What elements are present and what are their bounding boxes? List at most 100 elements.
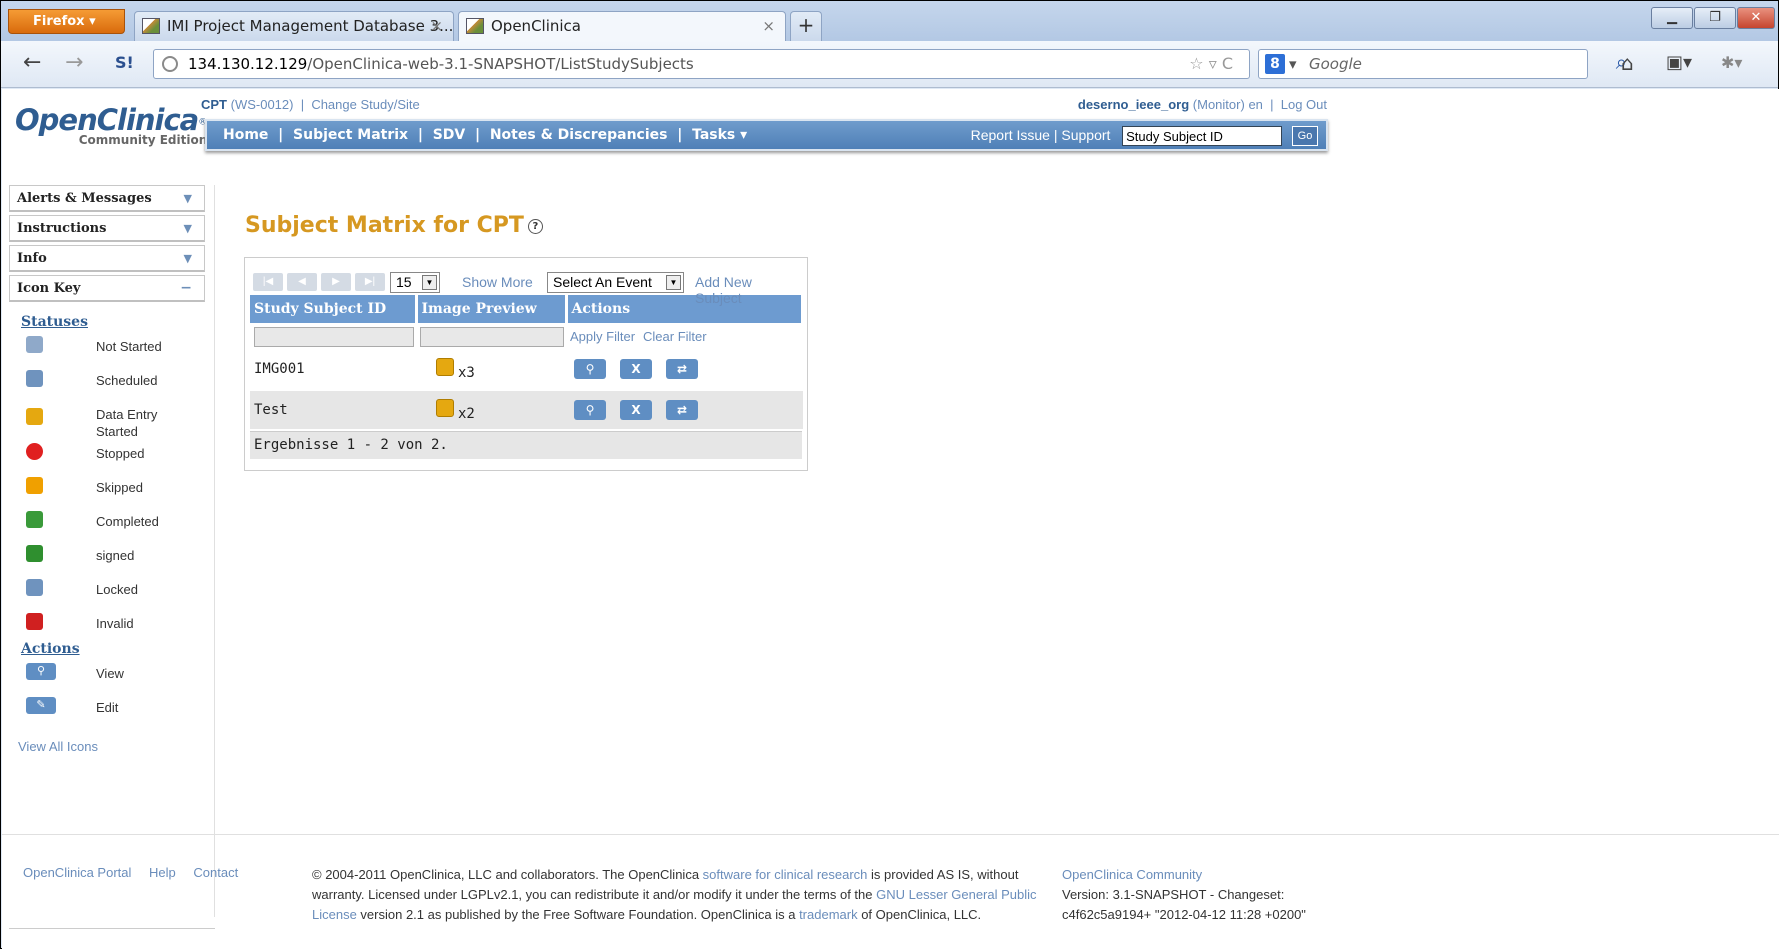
reassign-subject-button[interactable]: ⇄ (666, 359, 698, 379)
home-icon[interactable]: ⌂ (1621, 51, 1634, 75)
back-icon[interactable]: ← (23, 51, 41, 75)
tasks-dropdown-icon[interactable]: ▾ (740, 127, 747, 143)
tab-openclinica[interactable]: OpenClinica × (458, 11, 786, 41)
clear-filter-link[interactable]: Clear Filter (643, 329, 707, 344)
nav-home[interactable]: Home (223, 127, 268, 143)
remove-subject-button[interactable]: X (620, 359, 652, 379)
event-select[interactable]: Select An Event ▼ (547, 272, 684, 293)
view-all-icons-link[interactable]: View All Icons (18, 739, 214, 754)
panel-label: Alerts & Messages (17, 191, 152, 206)
collapse-icon[interactable]: − (180, 276, 192, 301)
footer: OpenClinica Portal Help Contact © 2004-2… (2, 834, 1779, 949)
trademark-link[interactable]: trademark (799, 907, 858, 922)
pencil-page-icon (26, 408, 43, 425)
status-label: Scheduled (96, 373, 158, 388)
remove-subject-button[interactable]: X (620, 400, 652, 420)
footer-links: OpenClinica Portal Help Contact (23, 865, 252, 880)
view-subject-button[interactable]: ⚲ (574, 400, 606, 420)
data-entry-started-icon[interactable] (436, 398, 454, 417)
panel-label: Instructions (17, 221, 107, 236)
main-navigation: Home | Subject Matrix | SDV | Notes & Di… (205, 119, 1328, 151)
nav-tasks[interactable]: Tasks (692, 127, 735, 143)
bookmark-star-icon[interactable]: ☆ ▿ C (1189, 50, 1233, 78)
report-issue-link[interactable]: Report Issue (971, 127, 1050, 143)
search-box[interactable]: 8 ▾ Google ⌕ (1258, 49, 1627, 79)
username-link[interactable]: deserno_ieee_org (1078, 97, 1189, 112)
addon-icon[interactable]: S! (115, 51, 134, 75)
column-header-image-preview[interactable]: Image Preview (416, 295, 568, 323)
openclinica-logo[interactable]: OpenClinica® Community Edition (15, 103, 207, 147)
nav-sdv[interactable]: SDV (433, 127, 466, 143)
apply-filter-link[interactable]: Apply Filter (570, 329, 635, 344)
pencil-icon: ✎ (26, 697, 56, 714)
search-placeholder: Google (1309, 55, 1362, 73)
status-item: Stopped (9, 437, 214, 471)
image-preview-filter[interactable] (420, 327, 564, 347)
action-item: ⚲ View (9, 657, 214, 691)
footer-link-help[interactable]: Help (149, 865, 176, 880)
tab-close-icon[interactable]: × (430, 12, 443, 40)
sidebar-panel-instructions[interactable]: Instructions ▼ (9, 215, 205, 242)
close-window-button[interactable]: ✕ (1737, 7, 1775, 29)
prev-page-icon[interactable]: ◀ (287, 273, 317, 291)
nav-subject-matrix[interactable]: Subject Matrix (293, 127, 408, 143)
study-code: (WS-0012) (230, 97, 294, 112)
study-subject-search-input[interactable] (1122, 126, 1283, 147)
data-entry-started-icon[interactable] (436, 357, 454, 376)
url-bar[interactable]: 134.130.12.129/OpenClinica-web-3.1-SNAPS… (153, 49, 1250, 79)
page-size-select[interactable]: 15 ▼ (390, 272, 440, 293)
community-link[interactable]: OpenClinica Community (1062, 865, 1322, 885)
tab-favicon-icon (466, 18, 484, 34)
help-icon[interactable]: ? (527, 218, 543, 234)
reassign-subject-button[interactable]: ⇄ (666, 400, 698, 420)
forward-icon[interactable]: → (65, 51, 83, 75)
view-subject-button[interactable]: ⚲ (574, 359, 606, 379)
status-label: Invalid (96, 616, 134, 631)
tab-label: OpenClinica (491, 17, 581, 35)
sidebar-panel-info[interactable]: Info ▼ (9, 245, 205, 272)
page-content: OpenClinica® Community Edition CPT (WS-0… (2, 89, 1779, 949)
search-engine-dropdown-icon[interactable]: ▾ (1289, 50, 1297, 78)
add-new-subject-link[interactable]: Add New Subject (695, 274, 802, 306)
change-study-link[interactable]: Change Study/Site (311, 97, 419, 112)
sidebar-panel-alerts[interactable]: Alerts & Messages ▼ (9, 185, 205, 212)
tab-close-icon[interactable]: × (762, 12, 775, 40)
first-page-icon[interactable]: |◀ (253, 273, 283, 291)
expand-arrow-icon[interactable]: ▼ (184, 216, 192, 241)
expand-arrow-icon[interactable]: ▼ (184, 246, 192, 271)
url-host: 134.130.12.129 (188, 55, 308, 73)
go-button[interactable]: Go (1292, 126, 1318, 147)
subject-id-cell: IMG001 (254, 361, 305, 377)
language-link[interactable]: en (1248, 97, 1262, 112)
next-page-icon[interactable]: ▶ (321, 273, 351, 291)
restore-button[interactable]: ❐ (1694, 7, 1736, 29)
firefox-menu-button[interactable]: Firefox ▾ (8, 9, 125, 34)
sidebar-panel-icon-key[interactable]: Icon Key − (9, 275, 205, 302)
footer-link-contact[interactable]: Contact (193, 865, 238, 880)
version-text: Version: 3.1-SNAPSHOT - Changeset: c4f62… (1062, 887, 1306, 922)
study-info: CPT (WS-0012) | Change Study/Site (201, 97, 420, 112)
preview-count: x3 (458, 364, 475, 381)
logout-link[interactable]: Log Out (1281, 97, 1327, 112)
chevron-down-icon: ▼ (666, 275, 681, 290)
action-label: View (96, 666, 124, 681)
nav-notes-discrepancies[interactable]: Notes & Discrepancies (490, 127, 668, 143)
support-link[interactable]: Support (1061, 127, 1110, 143)
status-label: Stopped (96, 446, 145, 461)
subject-id-filter[interactable] (254, 327, 414, 347)
footer-link-portal[interactable]: OpenClinica Portal (23, 865, 131, 880)
page-title-text: Subject Matrix for CPT (245, 213, 524, 238)
google-icon[interactable]: 8 (1265, 54, 1285, 74)
software-link[interactable]: software for clinical research (703, 867, 868, 882)
last-page-icon[interactable]: ▶| (355, 273, 385, 291)
bookmarks-menu-icon[interactable]: ▣▾ (1666, 51, 1692, 75)
expand-arrow-icon[interactable]: ▼ (184, 186, 192, 211)
show-more-link[interactable]: Show More (462, 274, 533, 290)
column-header-subject-id[interactable]: Study Subject ID (250, 295, 418, 323)
addon-bug-icon[interactable]: ✱▾ (1721, 51, 1742, 75)
tab-imi-project[interactable]: IMI Project Management Database 3.... × (134, 11, 454, 41)
new-tab-button[interactable]: + (790, 11, 822, 41)
status-item: Invalid (9, 607, 214, 641)
user-role: (Monitor) (1192, 97, 1245, 112)
minimize-button[interactable]: ▁ (1651, 7, 1693, 29)
